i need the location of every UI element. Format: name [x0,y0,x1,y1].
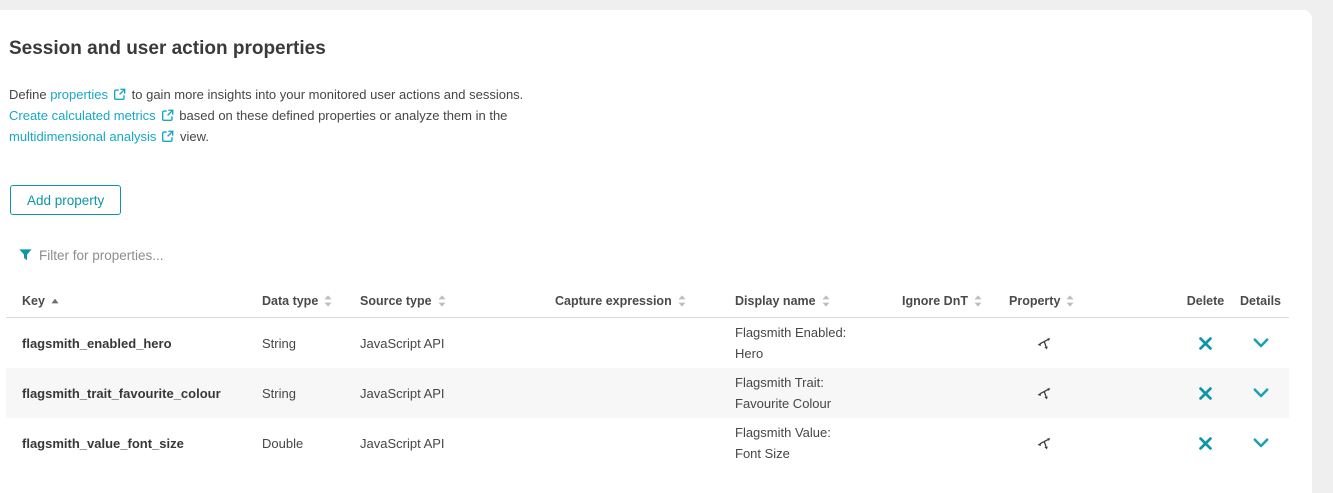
sort-ascending-icon [51,298,59,304]
display-name-line: Font Size [735,443,902,464]
description-text: view. [180,129,209,144]
display-name-line: Flagsmith Enabled: [735,322,902,343]
column-label: Capture expression [555,294,672,308]
description-line: multidimensional analysis view. [9,126,1312,147]
data-type-cell: String [262,336,360,351]
column-label: Delete [1187,294,1225,308]
filter-input[interactable] [39,248,359,263]
description-text: based on these defined properties or ana… [179,108,507,123]
property-type-cell [1009,335,1179,352]
x-icon [1198,386,1213,401]
data-type-cell: String [262,386,360,401]
column-header-capture-expression[interactable]: Capture expression [555,294,735,308]
column-header-details: Details [1232,294,1289,308]
column-label: Ignore DnT [902,294,968,308]
column-header-delete: Delete [1179,294,1232,308]
column-label: Data type [262,294,318,308]
delete-cell [1179,434,1232,453]
display-name-line: Flagsmith Trait: [735,372,902,393]
description-line: Define properties to gain more insights … [9,84,1312,105]
external-link-icon [113,88,126,101]
add-property-button[interactable]: Add property [10,185,121,215]
table-row: flagsmith_value_font_size Double JavaScr… [6,418,1289,468]
column-header-property[interactable]: Property [1009,294,1179,308]
display-name-cell: Flagsmith Enabled: Hero [735,322,902,364]
column-header-data-type[interactable]: Data type [262,294,360,308]
details-toggle[interactable] [1251,436,1271,450]
delete-button[interactable] [1196,334,1215,353]
description: Define properties to gain more insights … [9,84,1312,147]
chevron-down-icon [1253,338,1269,348]
property-type-cell [1009,385,1179,402]
session-action-arrows-icon [1035,435,1052,452]
external-link-icon [161,130,174,143]
details-cell [1232,436,1289,450]
property-key: flagsmith_enabled_hero [22,336,262,351]
column-label: Key [22,294,45,308]
sort-icon [974,295,982,307]
sort-icon [438,295,446,307]
property-key: flagsmith_trait_favourite_colour [22,386,262,401]
details-cell [1232,386,1289,400]
table-row: flagsmith_trait_favourite_colour String … [6,368,1289,418]
column-label: Display name [735,294,816,308]
x-icon [1198,436,1213,451]
data-type-cell: Double [262,436,360,451]
source-type-cell: JavaScript API [360,436,555,451]
display-name-line: Flagsmith Value: [735,422,902,443]
chevron-down-icon [1253,438,1269,448]
sort-icon [678,295,686,307]
sort-icon [822,295,830,307]
details-cell [1232,336,1289,350]
page-title: Session and user action properties [9,38,1312,60]
display-name-line: Hero [735,343,902,364]
session-action-arrows-icon [1035,335,1052,352]
sort-icon [324,295,332,307]
delete-cell [1179,334,1232,353]
description-text: Define [9,87,47,102]
display-name-cell: Flagsmith Value: Font Size [735,422,902,464]
multidimensional-analysis-link[interactable]: multidimensional analysis [9,129,156,144]
table-row: flagsmith_enabled_hero String JavaScript… [6,318,1289,368]
column-label: Details [1240,294,1281,308]
properties-link[interactable]: properties [50,87,108,102]
column-header-key[interactable]: Key [22,294,262,308]
filter-bar [19,245,1312,265]
display-name-cell: Flagsmith Trait: Favourite Colour [735,372,902,414]
column-label: Source type [360,294,432,308]
delete-cell [1179,384,1232,403]
filter-icon [19,249,32,261]
sort-icon [1066,295,1074,307]
description-line: Create calculated metrics based on these… [9,105,1312,126]
property-key: flagsmith_value_font_size [22,436,262,451]
column-header-display-name[interactable]: Display name [735,294,902,308]
session-action-arrows-icon [1035,385,1052,402]
x-icon [1198,336,1213,351]
scroll-gutter [1312,0,1333,493]
chevron-down-icon [1253,388,1269,398]
column-header-source-type[interactable]: Source type [360,294,555,308]
column-label: Property [1009,294,1060,308]
external-link-icon [161,109,174,122]
source-type-cell: JavaScript API [360,386,555,401]
details-toggle[interactable] [1251,386,1271,400]
source-type-cell: JavaScript API [360,336,555,351]
property-type-cell [1009,435,1179,452]
display-name-line: Favourite Colour [735,393,902,414]
column-header-ignore-dnt[interactable]: Ignore DnT [902,294,1009,308]
content-card: Session and user action properties Defin… [0,10,1312,493]
calculated-metrics-link[interactable]: Create calculated metrics [9,108,156,123]
details-toggle[interactable] [1251,336,1271,350]
description-text: to gain more insights into your monitore… [132,87,524,102]
delete-button[interactable] [1196,434,1215,453]
delete-button[interactable] [1196,384,1215,403]
properties-table: Key Data type Source type Capture expres… [6,285,1289,468]
table-header-row: Key Data type Source type Capture expres… [6,285,1289,318]
